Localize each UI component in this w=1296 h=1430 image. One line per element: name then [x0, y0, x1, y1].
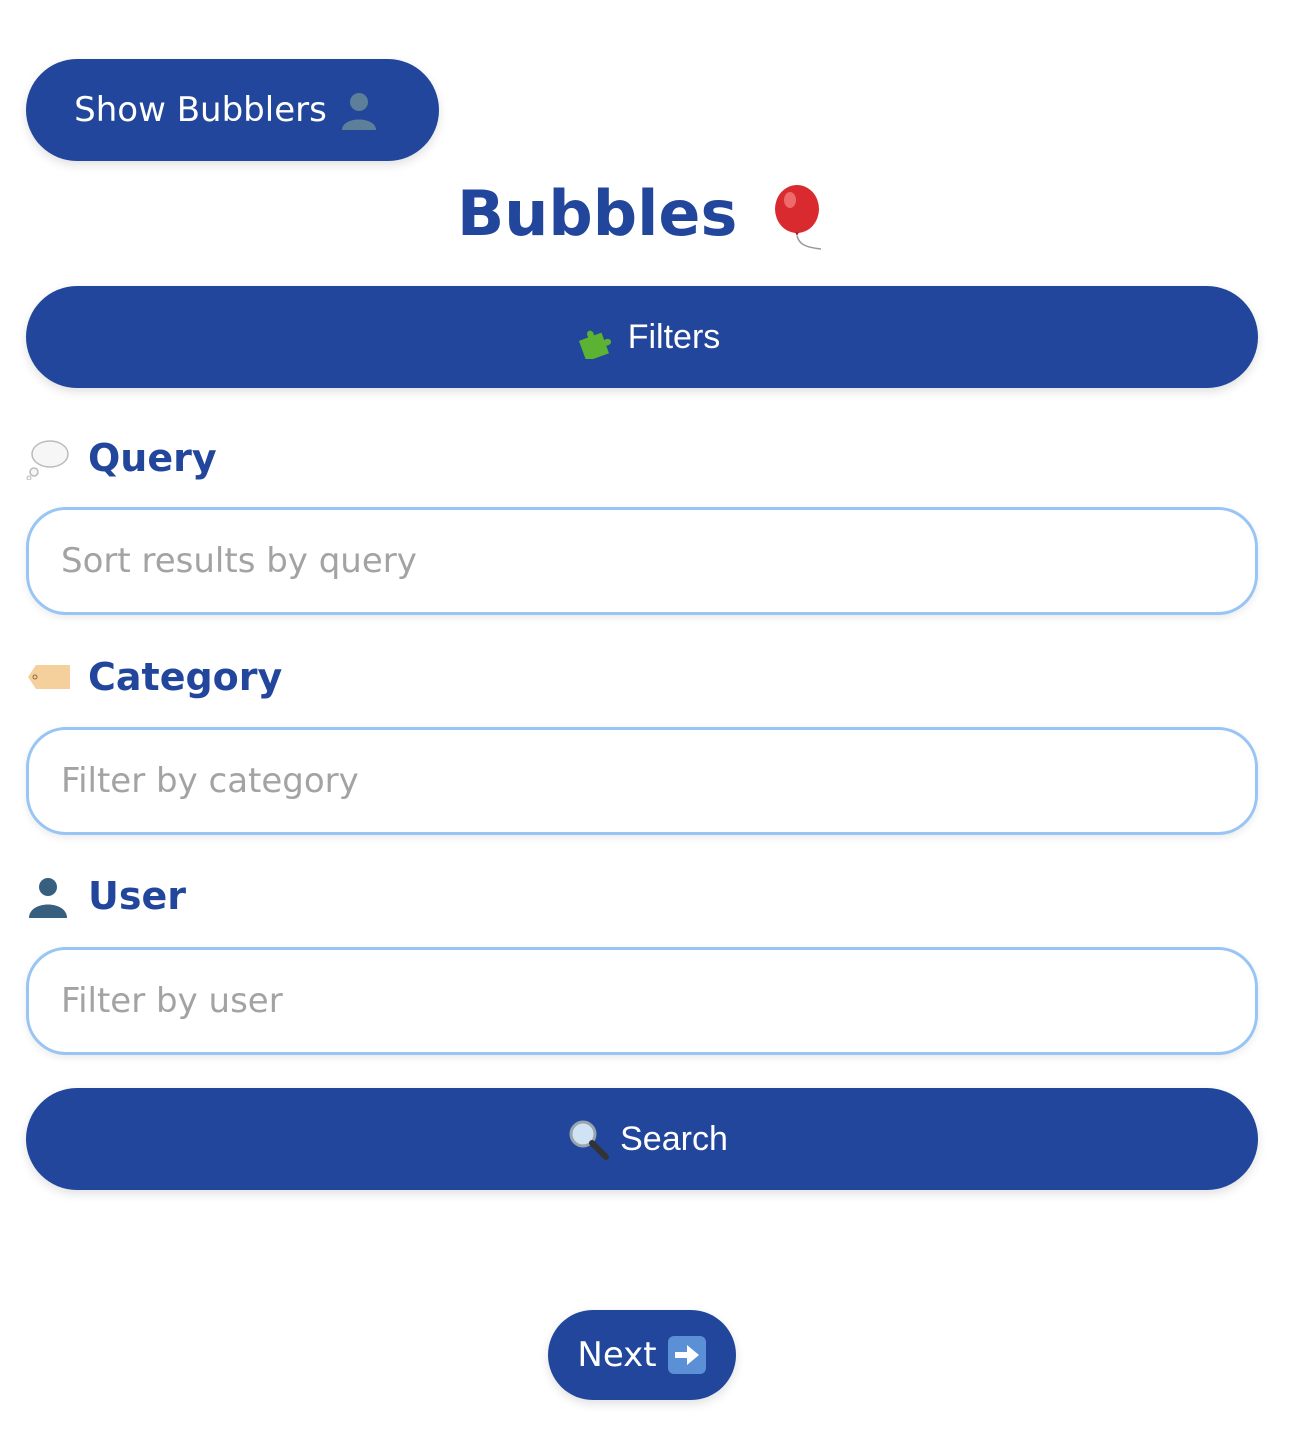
page-title-text: Bubbles: [457, 177, 738, 250]
user-label: User: [88, 874, 186, 918]
query-input[interactable]: [26, 507, 1258, 615]
query-label-row: Query: [26, 433, 217, 483]
search-button[interactable]: Search: [26, 1088, 1258, 1190]
thought-bubble-icon: [26, 436, 70, 480]
page-title: Bubbles: [0, 176, 1296, 253]
show-bubblers-button[interactable]: Show Bubblers: [26, 59, 439, 161]
category-input[interactable]: [26, 727, 1258, 835]
category-label: Category: [88, 655, 283, 699]
user-label-row: User: [26, 871, 186, 921]
user-silhouette-icon: [26, 874, 70, 918]
filters-toggle-button[interactable]: Filters: [26, 286, 1258, 388]
user-silhouette-icon: [337, 88, 381, 132]
show-bubblers-label: Show Bubblers: [74, 90, 327, 130]
tag-icon: [26, 655, 70, 699]
right-arrow-icon: [667, 1335, 707, 1375]
puzzle-piece-icon: [574, 315, 618, 359]
user-input[interactable]: [26, 947, 1258, 1055]
category-label-row: Category: [26, 652, 282, 702]
balloon-icon: [769, 183, 829, 253]
query-label: Query: [88, 436, 217, 480]
search-label: Search: [620, 1119, 728, 1158]
magnifying-glass-icon: [566, 1117, 610, 1161]
page: Show Bubblers Bubbles Filters Query Sort…: [0, 0, 1296, 1430]
filters-toggle-label: Filters: [627, 317, 721, 356]
next-label: Next: [577, 1335, 657, 1375]
next-page-button[interactable]: Next: [548, 1310, 736, 1400]
